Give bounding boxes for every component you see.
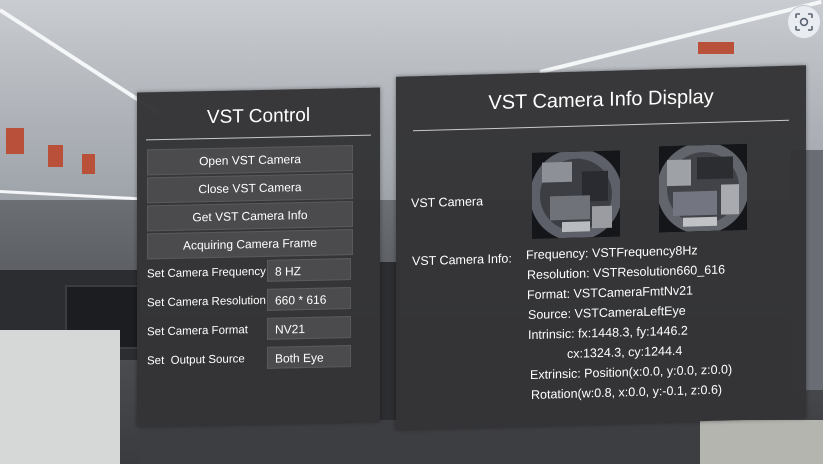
camera-format-label: Set Camera Format xyxy=(147,324,248,339)
info-format: Format: VSTCameraFmtNv21 xyxy=(527,283,694,303)
open-vst-camera-button[interactable]: Open VST Camera xyxy=(147,145,353,176)
vst-camera-label: VST Camera xyxy=(411,194,484,211)
vst-camera-info-label: VST Camera Info: xyxy=(412,251,512,269)
screenshot-button[interactable] xyxy=(787,5,821,39)
divider xyxy=(413,119,789,132)
info-frequency: Frequency: VSTFrequency8Hz xyxy=(526,243,698,263)
right-eye-camera-frame xyxy=(659,143,747,233)
camera-resolution-label: Set Camera Resolution xyxy=(147,294,266,310)
get-vst-camera-info-button[interactable]: Get VST Camera Info xyxy=(147,201,353,232)
close-vst-camera-button[interactable]: Close VST Camera xyxy=(147,173,353,204)
info-source: Source: VSTCameraLeftEye xyxy=(528,303,686,323)
info-intrinsic-center: cx:1324.3, cy:1244.4 xyxy=(567,343,683,361)
info-extrinsic-rotation: Rotation(w:0.8, x:0.0, y:-0.1, z:0.6) xyxy=(531,382,723,402)
output-source-label: Set Output Source xyxy=(147,353,245,368)
info-extrinsic-position: Extrinsic: Position(x:0.0, y:0.0, z:0.0) xyxy=(530,362,733,382)
panel-title: VST Control xyxy=(206,104,311,129)
white-desk xyxy=(0,330,120,464)
red-sign xyxy=(698,42,734,54)
red-lantern xyxy=(82,154,95,174)
vst-camera-info-panel: VST Camera Info Display VST Camera VST C… xyxy=(396,65,806,430)
screenshot-scan-icon xyxy=(795,13,813,31)
left-eye-camera-frame xyxy=(532,150,620,239)
panel-title: VST Camera Info Display xyxy=(488,85,714,115)
camera-frequency-label: Set Camera Frequency xyxy=(147,265,266,281)
info-intrinsic: Intrinsic: fx:1448.3, fy:1446.2 xyxy=(528,323,688,343)
red-lantern xyxy=(6,128,24,154)
desk-edge xyxy=(700,420,823,464)
divider xyxy=(146,134,371,141)
vst-control-panel: VST Control Open VST Camera Close VST Ca… xyxy=(137,87,380,427)
acquiring-camera-frame-button[interactable]: Acquiring Camera Frame xyxy=(147,229,353,260)
camera-frequency-dropdown[interactable]: 8 HZ xyxy=(267,258,351,282)
camera-resolution-dropdown[interactable]: 660 * 616 xyxy=(267,287,351,311)
output-source-dropdown[interactable]: Both Eye xyxy=(267,345,351,369)
info-resolution: Resolution: VSTResolution660_616 xyxy=(527,262,726,283)
red-lantern xyxy=(48,145,63,167)
camera-format-dropdown[interactable]: NV21 xyxy=(267,316,351,340)
